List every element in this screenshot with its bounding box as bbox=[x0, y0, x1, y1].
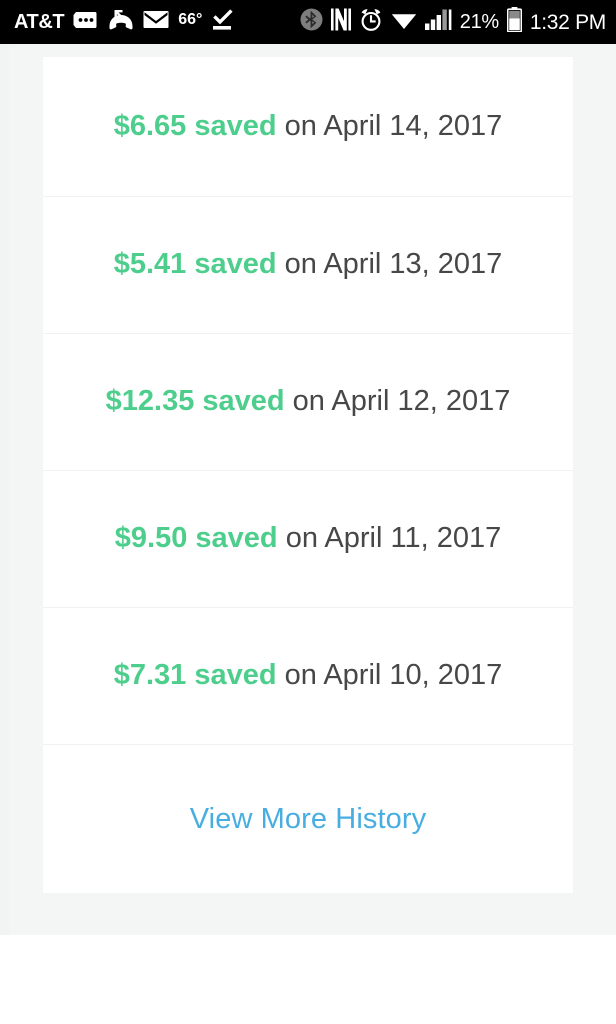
sms-message-icon bbox=[73, 10, 99, 35]
history-item-date: on April 10, 2017 bbox=[276, 659, 503, 692]
task-complete-icon bbox=[211, 8, 235, 37]
nfc-icon bbox=[330, 8, 351, 36]
history-list-item[interactable]: $9.50 saved on April 11, 2017 bbox=[43, 471, 573, 608]
amount-saved-label: $5.41 saved bbox=[113, 248, 277, 281]
view-more-history-link[interactable]: View More History bbox=[190, 804, 426, 834]
history-item-date: on April 11, 2017 bbox=[277, 522, 502, 555]
temperature-label: 66° bbox=[178, 11, 203, 28]
amount-saved-label: $6.65 saved bbox=[113, 109, 277, 142]
page-scroll-area[interactable]: $6.65 saved on April 14, 2017 $5.41 save… bbox=[0, 44, 616, 935]
history-list-item[interactable]: $12.35 saved on April 12, 2017 bbox=[43, 334, 573, 471]
history-item-date: on April 14, 2017 bbox=[276, 109, 503, 142]
savings-history-card: $6.65 saved on April 14, 2017 $5.41 save… bbox=[43, 57, 573, 893]
battery-icon bbox=[506, 7, 522, 37]
missed-call-icon bbox=[108, 9, 134, 36]
clock-label: 1:32 PM bbox=[529, 10, 606, 34]
alarm-clock-icon bbox=[359, 8, 383, 37]
bottom-blank-area bbox=[0, 935, 616, 1024]
view-more-history-row[interactable]: View More History bbox=[43, 745, 573, 893]
history-item-date: on April 13, 2017 bbox=[276, 248, 503, 281]
amount-saved-label: $12.35 saved bbox=[105, 385, 285, 418]
history-list-item[interactable]: $7.31 saved on April 10, 2017 bbox=[43, 608, 573, 745]
bluetooth-icon bbox=[300, 8, 323, 36]
battery-percent-label: 21% bbox=[459, 11, 499, 33]
status-bar-left-group: AT&T 66° bbox=[14, 8, 235, 37]
amount-saved-label: $7.31 saved bbox=[113, 659, 277, 692]
history-item-text: $6.65 saved on April 14, 2017 bbox=[114, 110, 503, 143]
history-item-text: $9.50 saved on April 11, 2017 bbox=[115, 522, 501, 555]
cellular-signal-icon bbox=[424, 9, 452, 35]
history-list-item[interactable]: $5.41 saved on April 13, 2017 bbox=[43, 197, 573, 334]
history-item-text: $7.31 saved on April 10, 2017 bbox=[114, 659, 503, 692]
status-bar-right-group: 21% 1:32 PM bbox=[300, 7, 606, 37]
status-bar[interactable]: AT&T 66° 21% 1:32 PM bbox=[0, 0, 616, 44]
history-list-item[interactable]: $6.65 saved on April 14, 2017 bbox=[43, 57, 573, 197]
wifi-icon bbox=[391, 10, 417, 35]
history-item-text: $12.35 saved on April 12, 2017 bbox=[106, 385, 511, 418]
amount-saved-label: $9.50 saved bbox=[114, 522, 278, 555]
email-envelope-icon bbox=[143, 10, 169, 34]
carrier-label: AT&T bbox=[14, 11, 65, 33]
history-item-text: $5.41 saved on April 13, 2017 bbox=[114, 248, 503, 281]
history-item-date: on April 12, 2017 bbox=[284, 385, 511, 418]
